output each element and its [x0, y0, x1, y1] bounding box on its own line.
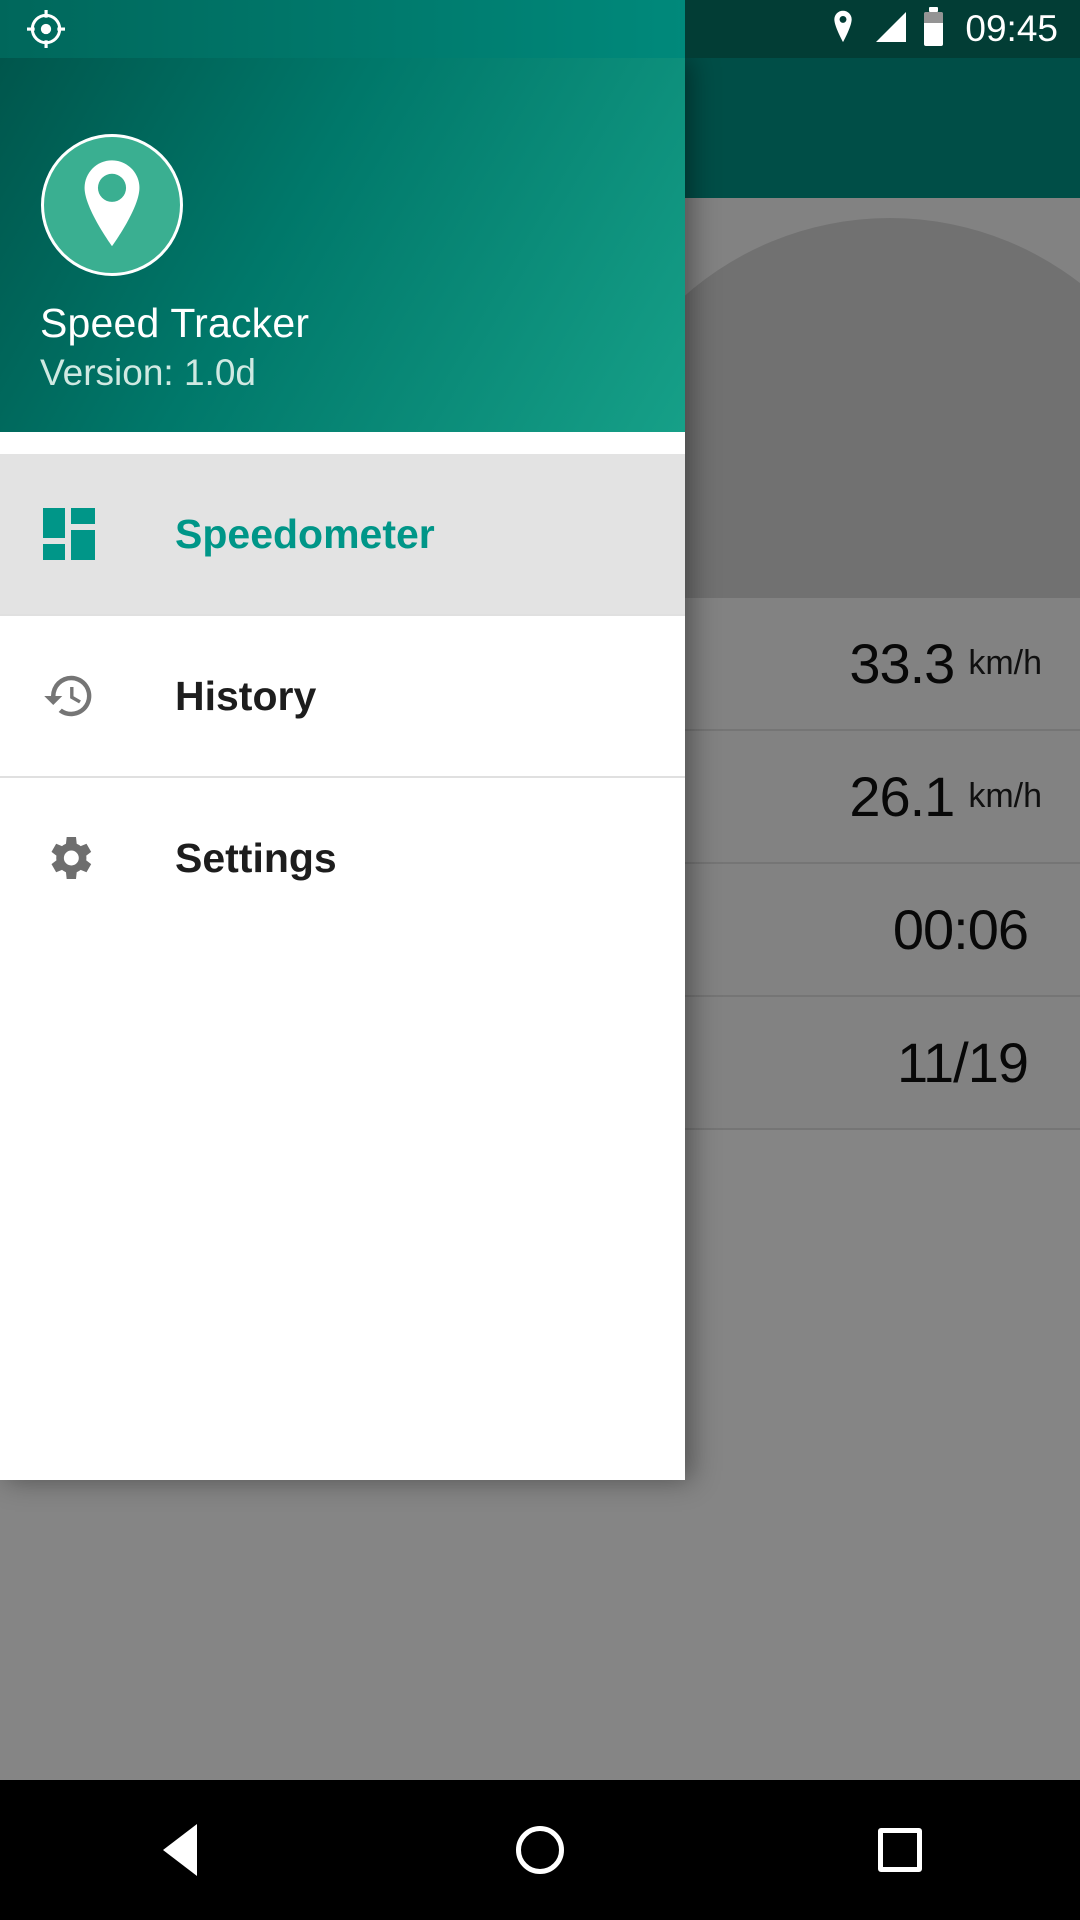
status-bar-left-section — [0, 0, 685, 58]
drawer-item-history[interactable]: History — [0, 616, 685, 776]
drawer-item-label: History — [175, 672, 317, 719]
drawer-item-settings[interactable]: Settings — [0, 778, 685, 938]
home-circle-icon — [516, 1826, 564, 1874]
system-status-bar: 09:45 — [0, 0, 1080, 58]
signal-icon — [872, 10, 908, 49]
recents-button[interactable] — [800, 1780, 1000, 1920]
drawer-item-speedometer[interactable]: Speedometer — [0, 454, 685, 614]
recents-square-icon — [878, 1828, 922, 1872]
app-version-label: Version: 1.0d — [40, 352, 256, 393]
gps-crosshair-icon — [26, 9, 66, 49]
back-button[interactable] — [80, 1780, 280, 1920]
history-clock-icon — [41, 668, 97, 724]
navigation-drawer: Speed Tracker Version: 1.0d Speedometer … — [0, 58, 685, 1480]
system-navigation-bar — [0, 1780, 1080, 1920]
battery-icon — [924, 7, 944, 46]
drawer-header: Speed Tracker Version: 1.0d — [0, 58, 685, 432]
app-title: Speed Tracker — [40, 300, 310, 346]
map-pin-logo-icon — [41, 134, 183, 276]
home-button[interactable] — [440, 1780, 640, 1920]
gear-icon — [41, 830, 97, 886]
drawer-item-label: Speedometer — [175, 510, 435, 557]
dashboard-grid-icon — [41, 506, 97, 562]
back-triangle-icon — [163, 1824, 197, 1876]
status-bar-icons: 09:45 — [830, 0, 1058, 58]
location-pin-icon — [830, 9, 856, 50]
drawer-item-label: Settings — [175, 834, 337, 881]
drawer-header-gap — [0, 432, 685, 454]
status-bar-clock: 09:45 — [965, 8, 1058, 49]
